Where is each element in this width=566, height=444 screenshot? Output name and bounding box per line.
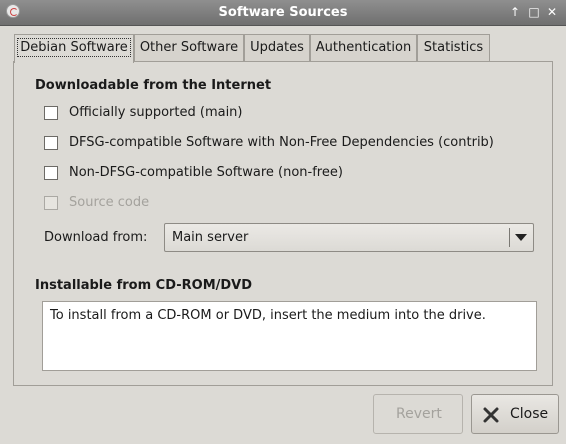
tab-updates[interactable]: Updates (244, 34, 310, 61)
option-label: Source code (69, 195, 150, 210)
cdrom-message: To install from a CD-ROM or DVD, insert … (50, 308, 486, 323)
tab-label: Updates (250, 40, 304, 55)
tab-other-software[interactable]: Other Software (134, 34, 244, 61)
close-label: Close (510, 406, 549, 422)
chevron-down-icon[interactable] (515, 234, 527, 241)
option-label: Officially supported (main) (69, 105, 243, 120)
close-icon (483, 407, 499, 423)
downloadable-section-title: Downloadable from the Internet (35, 78, 272, 93)
download-from-label: Download from: (44, 230, 148, 245)
shade-icon[interactable]: ↑ (508, 5, 522, 19)
separator (509, 228, 510, 247)
checkbox[interactable] (44, 136, 58, 150)
software-sources-window: Software Sources ↑ □ ✕ Debian Software O… (0, 0, 566, 444)
tab-authentication[interactable]: Authentication (310, 34, 417, 61)
close-button[interactable]: Close (471, 394, 559, 434)
download-server-select[interactable]: Main server (164, 223, 534, 252)
close-window-icon[interactable]: ✕ (545, 5, 559, 19)
tab-debian-software[interactable]: Debian Software (14, 34, 134, 63)
tab-label: Other Software (139, 40, 239, 55)
cdrom-section-title: Installable from CD-ROM/DVD (35, 278, 253, 293)
tab-label: Authentication (315, 40, 412, 55)
debian-software-panel: Downloadable from the Internet Officiall… (13, 61, 553, 386)
cdrom-message-box: To install from a CD-ROM or DVD, insert … (42, 301, 537, 371)
checkbox (44, 196, 58, 210)
tab-label: Debian Software (17, 38, 131, 57)
option-label: Non-DFSG-compatible Software (non-free) (69, 165, 343, 180)
selected-server: Main server (172, 230, 249, 245)
maximize-icon[interactable]: □ (527, 5, 541, 19)
tab-statistics[interactable]: Statistics (417, 34, 490, 61)
revert-label: Revert (396, 406, 442, 422)
checkbox[interactable] (44, 106, 58, 120)
tab-label: Statistics (423, 40, 484, 55)
option-label: DFSG-compatible Software with Non-Free D… (69, 135, 494, 150)
window-title: Software Sources (218, 5, 348, 20)
title-bar[interactable]: Software Sources ↑ □ ✕ (0, 0, 566, 26)
revert-button[interactable]: Revert (373, 394, 463, 434)
checkbox[interactable] (44, 166, 58, 180)
